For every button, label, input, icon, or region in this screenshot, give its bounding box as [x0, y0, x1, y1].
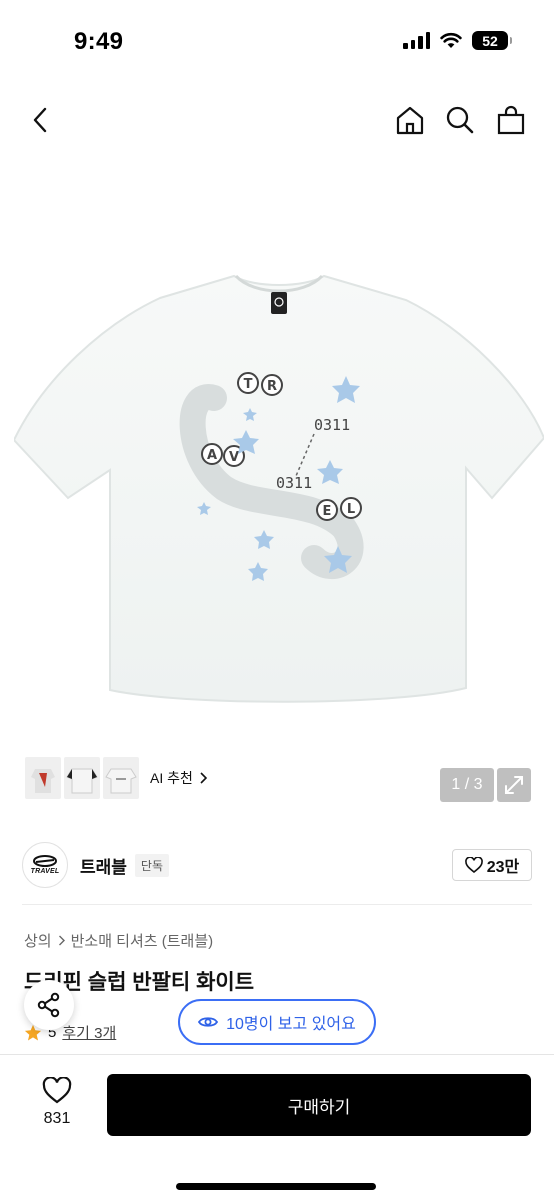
brand-name[interactable]: 트래블 — [80, 853, 127, 878]
shopping-bag-icon — [497, 105, 525, 135]
chevron-left-icon — [33, 107, 47, 133]
svg-text:V: V — [229, 450, 239, 465]
breadcrumb-category[interactable]: 상의 — [24, 930, 52, 951]
status-time: 9:49 — [74, 28, 124, 55]
heart-icon — [42, 1077, 72, 1104]
bottom-action-bar: 831 구매하기 — [0, 1054, 554, 1200]
home-button[interactable] — [390, 96, 430, 144]
svg-text:T: T — [244, 377, 253, 392]
heart-icon — [464, 857, 483, 873]
svg-text:0311: 0311 — [314, 416, 350, 434]
expand-icon — [505, 776, 523, 794]
chevron-right-icon — [58, 935, 65, 946]
travel-logo-icon — [33, 855, 57, 867]
ai-recommend-strip[interactable]: AI 추천 — [22, 754, 213, 802]
home-indicator — [176, 1183, 376, 1190]
viewers-badge: 10명이 보고 있어요 — [178, 999, 376, 1045]
image-counter: 1 / 3 — [440, 768, 494, 802]
thumbnail-1[interactable] — [25, 757, 61, 799]
share-icon — [37, 992, 60, 1018]
wishlist-button[interactable]: 831 — [30, 1077, 84, 1128]
status-bar: 9:49 52 — [0, 0, 554, 82]
breadcrumb: 상의 반소매 티셔츠 (트래블) — [24, 930, 213, 951]
svg-text:A: A — [207, 448, 217, 463]
svg-text:R: R — [267, 379, 277, 394]
product-image[interactable]: T R A V E L 0311 0311 — [14, 258, 544, 728]
thumbnail-2[interactable] — [64, 757, 100, 799]
reviews-link[interactable]: 후기 3개 — [62, 1022, 116, 1043]
divider — [22, 904, 532, 905]
ai-recommend-label: AI 추천 — [150, 770, 193, 786]
brand-logo-text: TRAVEL — [30, 868, 60, 875]
wishlist-count: 831 — [43, 1110, 71, 1127]
top-nav — [0, 96, 554, 146]
search-icon — [446, 106, 474, 134]
svg-text:L: L — [347, 502, 355, 517]
brand-logo[interactable]: TRAVEL — [22, 842, 68, 888]
battery-icon: 52 — [472, 31, 512, 50]
back-button[interactable] — [20, 96, 60, 144]
viewers-text: 10명이 보고 있어요 — [226, 1016, 356, 1033]
cellular-signal-icon — [403, 32, 430, 49]
exclusive-badge: 단독 — [134, 853, 170, 877]
cart-button[interactable] — [491, 96, 531, 144]
buy-button[interactable]: 구매하기 — [107, 1074, 531, 1136]
search-button[interactable] — [440, 96, 480, 144]
status-icons: 52 — [403, 31, 512, 50]
brand-like-count: 23만 — [486, 859, 520, 876]
chevron-right-icon — [200, 772, 207, 784]
wifi-icon — [440, 33, 462, 48]
home-icon — [396, 106, 424, 135]
svg-text:0311: 0311 — [276, 474, 312, 492]
svg-text:E: E — [323, 504, 332, 519]
breadcrumb-subcategory[interactable]: 반소매 티셔츠 (트래블) — [71, 930, 214, 951]
brand-row: TRAVEL 트래블 단독 23만 — [22, 842, 532, 888]
brand-like-button[interactable]: 23만 — [452, 849, 532, 881]
eye-icon — [198, 1017, 219, 1027]
ai-recommend-link[interactable]: AI 추천 — [150, 768, 207, 788]
thumbnail-3[interactable] — [103, 757, 139, 799]
share-button[interactable] — [24, 980, 74, 1030]
expand-button[interactable] — [497, 768, 531, 802]
